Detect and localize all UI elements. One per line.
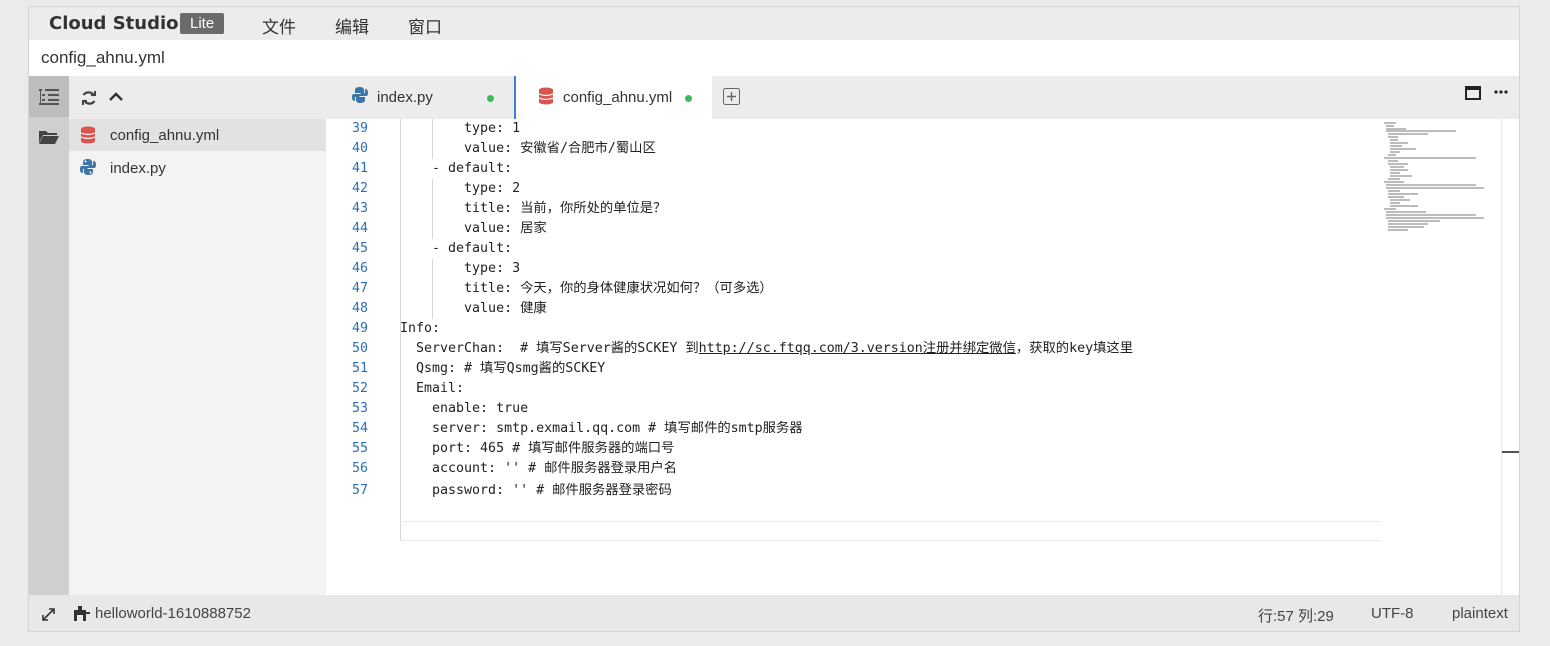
code-line: port: 465 # 填写邮件服务器的端口号 [400, 441, 675, 456]
modified-indicator [487, 95, 494, 102]
current-line-highlight [400, 521, 1381, 541]
scroll-position-marker [1502, 451, 1519, 453]
modified-indicator [685, 95, 692, 102]
file-title-bar: config_ahnu.yml [29, 40, 1519, 76]
menu-window[interactable]: 窗口 [408, 13, 442, 38]
current-file-title: config_ahnu.yml [41, 48, 165, 67]
line-number: 55 [351, 441, 368, 456]
workspace-name[interactable]: helloworld-1610888752 [95, 605, 251, 622]
file-encoding[interactable]: UTF-8 [1371, 605, 1414, 622]
ide-window: Cloud Studio Lite 文件 编辑 窗口 config_ahnu.y… [28, 6, 1520, 632]
menu-file[interactable]: 文件 [262, 13, 296, 38]
line-number: 40 [351, 141, 368, 156]
explorer-file-config[interactable]: config_ahnu.yml [69, 119, 326, 151]
code-line: type: 1 [400, 121, 521, 136]
line-number: 43 [351, 201, 368, 216]
add-tab-icon[interactable] [723, 88, 740, 105]
line-number: 54 [351, 421, 368, 436]
python-icon [80, 159, 96, 175]
database-icon [80, 126, 96, 144]
line-number: 49 [351, 321, 368, 336]
database-icon [538, 87, 554, 105]
code-text: ServerChan: # 填写Server酱的SCKEY 到 [400, 341, 699, 356]
maximize-icon[interactable] [1465, 86, 1481, 100]
explorer-file-label: index.py [110, 160, 166, 177]
code-line: enable: true [400, 401, 529, 416]
line-number: 51 [351, 361, 368, 376]
line-number: 52 [351, 381, 368, 396]
tab-label: index.py [377, 89, 433, 106]
menu-edit[interactable]: 编辑 [335, 13, 369, 38]
line-number: 46 [351, 261, 368, 276]
code-line: - default: [400, 161, 513, 176]
line-number: 39 [351, 121, 368, 136]
minimap[interactable] [1384, 121, 1484, 241]
editor-area: index.py config_ahnu.yml 39 type: 1 40 v… [326, 76, 1519, 595]
cursor-position[interactable]: 行:57 列:29 [1258, 605, 1334, 626]
file-explorer: config_ahnu.yml index.py [69, 76, 326, 595]
tab-index-py[interactable]: index.py [326, 76, 514, 119]
code-line: Qsmg: # 填写Qsmg酱的SCKEY [400, 361, 606, 376]
line-number: 53 [351, 401, 368, 416]
code-line: value: 居家 [400, 221, 547, 236]
language-mode[interactable]: plaintext [1452, 605, 1508, 622]
line-number: 42 [351, 181, 368, 196]
more-icon[interactable] [1494, 90, 1508, 94]
workspace-icon [74, 606, 90, 621]
chevron-up-icon[interactable] [109, 92, 123, 102]
line-number: 48 [351, 301, 368, 316]
editor-tabs: index.py config_ahnu.yml [326, 76, 1519, 119]
menu-bar: Cloud Studio Lite 文件 编辑 窗口 [29, 7, 1519, 40]
explorer-file-index[interactable]: index.py [69, 152, 326, 184]
code-line: value: 健康 [400, 301, 547, 316]
code-line: server: smtp.exmail.qq.com # 填写邮件的smtp服务… [400, 421, 803, 436]
vertical-scrollbar[interactable] [1501, 119, 1519, 595]
line-number: 57 [351, 483, 368, 498]
code-line: account: '' # 邮件服务器登录用户名 [400, 461, 678, 476]
app-brand: Cloud Studio [49, 13, 179, 34]
line-number: 56 [351, 461, 368, 476]
code-line: title: 当前，你所处的单位是？ [400, 201, 667, 216]
refresh-icon[interactable] [81, 90, 97, 106]
code-line: Email: [400, 381, 465, 396]
explorer-file-label: config_ahnu.yml [110, 127, 220, 144]
code-text: ，获取的key填这里 [1015, 341, 1133, 356]
activity-bar [29, 76, 69, 595]
folder-icon[interactable] [39, 129, 59, 145]
line-number: 47 [351, 281, 368, 296]
line-number: 45 [351, 241, 368, 256]
tree-list-icon[interactable] [39, 88, 59, 106]
code-line: ServerChan: # 填写Server酱的SCKEY 到http://sc… [400, 339, 1133, 359]
code-line: password: '' # 邮件服务器登录密码 [400, 483, 672, 498]
code-editor[interactable]: 39 type: 1 40 value: 安徽省/合肥市/蜀山区 41 - de… [326, 119, 1386, 595]
status-bar: helloworld-1610888752 行:57 列:29 UTF-8 pl… [29, 595, 1519, 631]
edition-badge: Lite [180, 13, 225, 34]
expand-icon[interactable] [41, 607, 56, 622]
code-line: title: 今天，你的身体健康状况如何？（可多选） [400, 281, 773, 296]
line-number: 50 [351, 341, 368, 356]
tab-label: config_ahnu.yml [563, 89, 673, 106]
code-line: - default: [400, 241, 513, 256]
code-line: value: 安徽省/合肥市/蜀山区 [400, 141, 656, 156]
line-number: 44 [351, 221, 368, 236]
code-line: type: 3 [400, 261, 521, 276]
code-line: Info: [400, 321, 441, 336]
explorer-toolbar [69, 76, 326, 119]
line-number: 41 [351, 161, 368, 176]
python-icon [352, 87, 368, 103]
code-link[interactable]: http://sc.ftqq.com/3.version注册并绑定微信 [699, 341, 1016, 356]
code-line: type: 2 [400, 181, 521, 196]
tab-config-yml[interactable]: config_ahnu.yml [514, 76, 712, 119]
outline-toggle[interactable] [29, 76, 69, 117]
